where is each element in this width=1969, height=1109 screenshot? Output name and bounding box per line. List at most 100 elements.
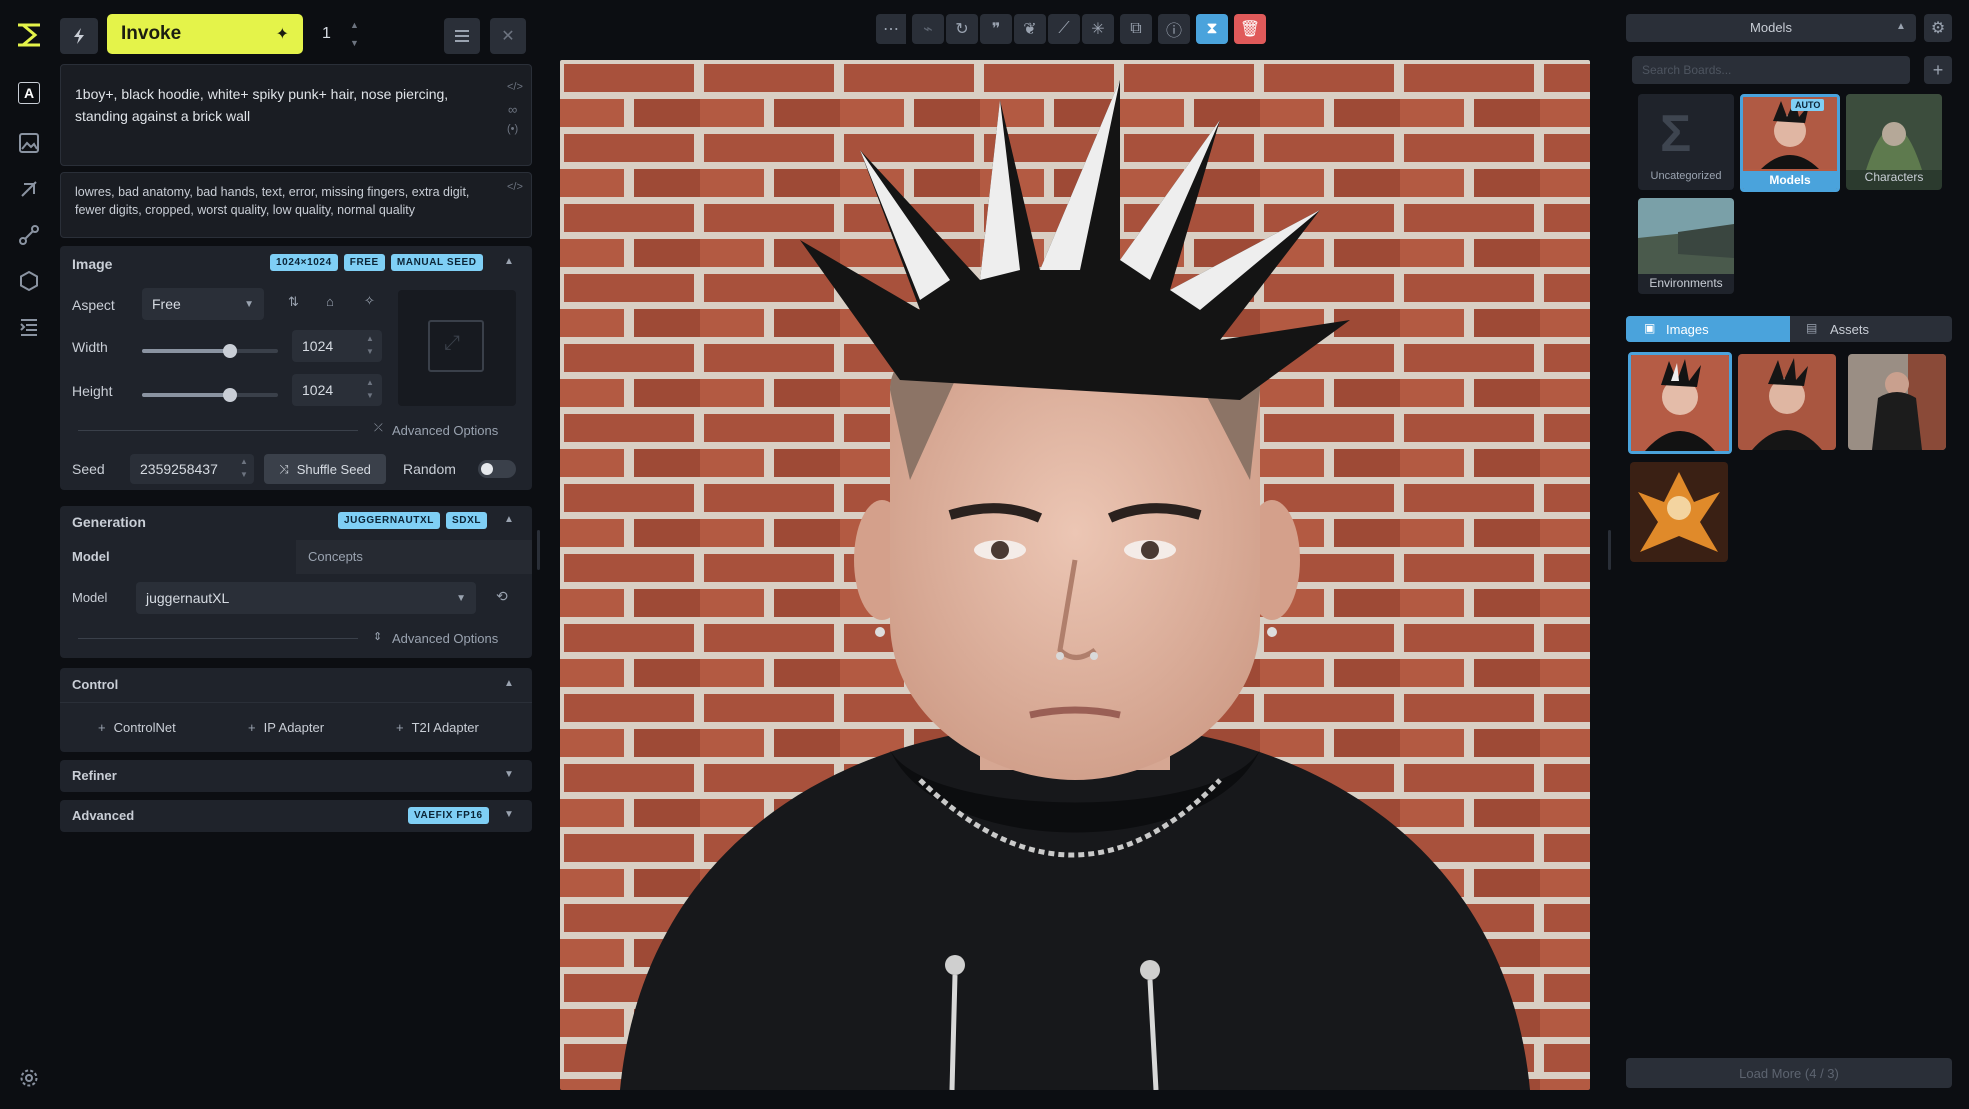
image-section: Image 1024×1024 FREE MANUAL SEED ▲ Aspec… [60,246,532,490]
settings-icon[interactable] [14,1063,44,1093]
chevron-up-icon[interactable]: ▲ [366,378,374,387]
seed-icon[interactable]: ❦ [1014,14,1046,44]
optimal-size-icon[interactable]: ✧ [364,293,375,309]
gallery-image[interactable] [1848,354,1946,450]
image-badges: 1024×1024 FREE MANUAL SEED [264,254,483,271]
image-advanced-options[interactable]: Advanced Options [392,423,498,438]
ruler-icon[interactable]: ⟋ [1048,14,1080,44]
code-icon[interactable]: </> [507,81,523,93]
advanced-section[interactable]: Advanced VAEFIX FP16 ▼ [60,800,532,832]
board-selector[interactable]: Models ▲ [1626,14,1916,42]
chevron-down-icon[interactable]: ▼ [240,470,248,479]
random-toggle[interactable] [478,460,516,478]
iterations-stepper[interactable]: 1 ▲ ▼ [308,14,370,54]
model-badge: JUGGERNAUTXL [338,512,440,529]
generation-advanced-options[interactable]: Advanced Options [392,631,498,646]
collapse-icon[interactable]: ▲ [504,256,514,267]
model-icon[interactable] [14,266,44,296]
height-slider[interactable] [142,388,278,402]
queue-list-button[interactable] [444,18,480,54]
viewer-toolbar: ⋯ ⌁ ↻ ❞ ❦ ⟋ ✳ ⧉ ⓘ ⧗ 🗑 [876,14,1266,44]
board-uncategorized[interactable]: Σ Uncategorized [1638,94,1734,190]
logo-icon[interactable] [14,20,44,50]
lightning-button[interactable] [60,18,98,54]
left-rail: A [0,0,58,1109]
upscale-icon[interactable]: ⧉ [1120,14,1152,44]
panel-resize-handle[interactable] [537,530,540,570]
board-environments[interactable]: Environments [1638,198,1734,294]
cancel-button[interactable]: ✕ [490,18,526,54]
seed-label: Seed [72,461,105,477]
hourglass-icon[interactable]: ⧗ [1196,14,1228,44]
queue-icon[interactable] [14,312,44,342]
aspect-select[interactable]: Free ▼ [142,288,264,320]
board-characters[interactable]: Characters [1846,94,1942,190]
tab-assets[interactable]: ▤ Assets [1790,316,1952,342]
sync-icon[interactable]: ⟲ [496,588,508,605]
positive-prompt[interactable]: 1boy+, black hoodie, white+ spiky punk+ … [60,64,532,166]
panel-resize-handle-right[interactable] [1608,530,1611,570]
collapse-icon[interactable]: ▲ [504,514,514,525]
gear-icon: ⚙ [1930,20,1946,37]
shuffle-seed-button[interactable]: ⤨ Shuffle Seed [264,454,386,484]
search-boards-placeholder: Search Boards... [1642,63,1732,77]
code-icon[interactable]: </> [507,181,523,193]
trash-icon[interactable]: 🗑 [1234,14,1266,44]
workflow-icon[interactable] [14,220,44,250]
chevron-down-icon[interactable]: ▼ [366,347,374,356]
search-boards-input[interactable]: Search Boards... [1632,56,1910,84]
gallery-image[interactable] [1630,462,1728,562]
chevron-down-icon: ▼ [504,769,514,780]
add-board-button[interactable]: + [1924,56,1952,84]
shuffle-seed-label: Shuffle Seed [296,461,371,477]
gallery-image[interactable] [1738,354,1836,450]
add-ip-adapter-button[interactable]: + IP Adapter [248,720,324,735]
broadcast-icon[interactable]: (•) [507,123,518,135]
swap-icon[interactable]: ⇅ [288,294,299,310]
aspect-badge: FREE [343,254,385,271]
board-models[interactable]: AUTO Models [1740,94,1840,192]
tab-model[interactable]: Model [72,549,110,564]
height-input[interactable]: 1024 ▲ ▼ [292,374,382,406]
link-icon[interactable]: ∞ [508,102,517,117]
seed-badge: MANUAL SEED [390,254,483,271]
gallery-settings-button[interactable]: ⚙ [1924,14,1952,42]
add-controlnet-button[interactable]: + ControlNet [98,720,176,735]
seed-input[interactable]: 2359258437 ▲ ▼ [130,454,254,484]
chevron-down-icon[interactable]: ▼ [366,391,374,400]
negative-prompt-text: lowres, bad anatomy, bad hands, text, er… [75,185,470,217]
control-title: Control [72,677,119,692]
chevron-up-icon[interactable]: ▲ [366,334,374,343]
info-icon[interactable]: ⓘ [1158,14,1190,44]
size-badge: 1024×1024 [270,254,338,271]
brush-icon[interactable]: ⌁ [912,14,944,44]
chevron-down-icon[interactable]: ▼ [350,38,359,48]
invoke-button[interactable]: Invoke ✦ [107,14,303,54]
asterisk-icon[interactable]: ✳ [1082,14,1114,44]
height-value: 1024 [302,382,334,398]
width-slider[interactable] [142,344,278,358]
image-icon[interactable] [14,128,44,158]
chevron-up-icon[interactable]: ▲ [240,457,248,466]
refiner-section[interactable]: Refiner ▼ [60,760,532,792]
gallery-image[interactable] [1628,352,1732,454]
more-icon[interactable]: ⋯ [876,14,906,44]
tab-images[interactable]: ▣ Images [1626,316,1790,342]
tab-concepts[interactable]: Concepts [308,549,363,564]
add-t2i-adapter-button[interactable]: + T2I Adapter [396,720,479,735]
collapse-icon[interactable]: ▲ [504,678,514,689]
board-label: Characters [1864,170,1924,184]
recall-icon[interactable]: ↻ [946,14,978,44]
chevron-up-icon[interactable]: ▲ [350,20,359,30]
negative-prompt[interactable]: lowres, bad anatomy, bad hands, text, er… [60,172,532,238]
canvas-icon[interactable] [14,174,44,204]
quote-icon[interactable]: ❞ [980,14,1012,44]
gallery-tabs: ▣ Images ▤ Assets [1626,316,1952,342]
main-image[interactable] [560,60,1590,1090]
width-input[interactable]: 1024 ▲ ▼ [292,330,382,362]
load-more-button[interactable]: Load More (4 / 3) [1626,1058,1952,1088]
lock-icon[interactable]: ⌂ [326,294,334,309]
tab-assets-label: Assets [1830,322,1870,337]
model-select[interactable]: juggernautXL ▼ [136,582,476,614]
text-icon[interactable]: A [18,82,40,104]
